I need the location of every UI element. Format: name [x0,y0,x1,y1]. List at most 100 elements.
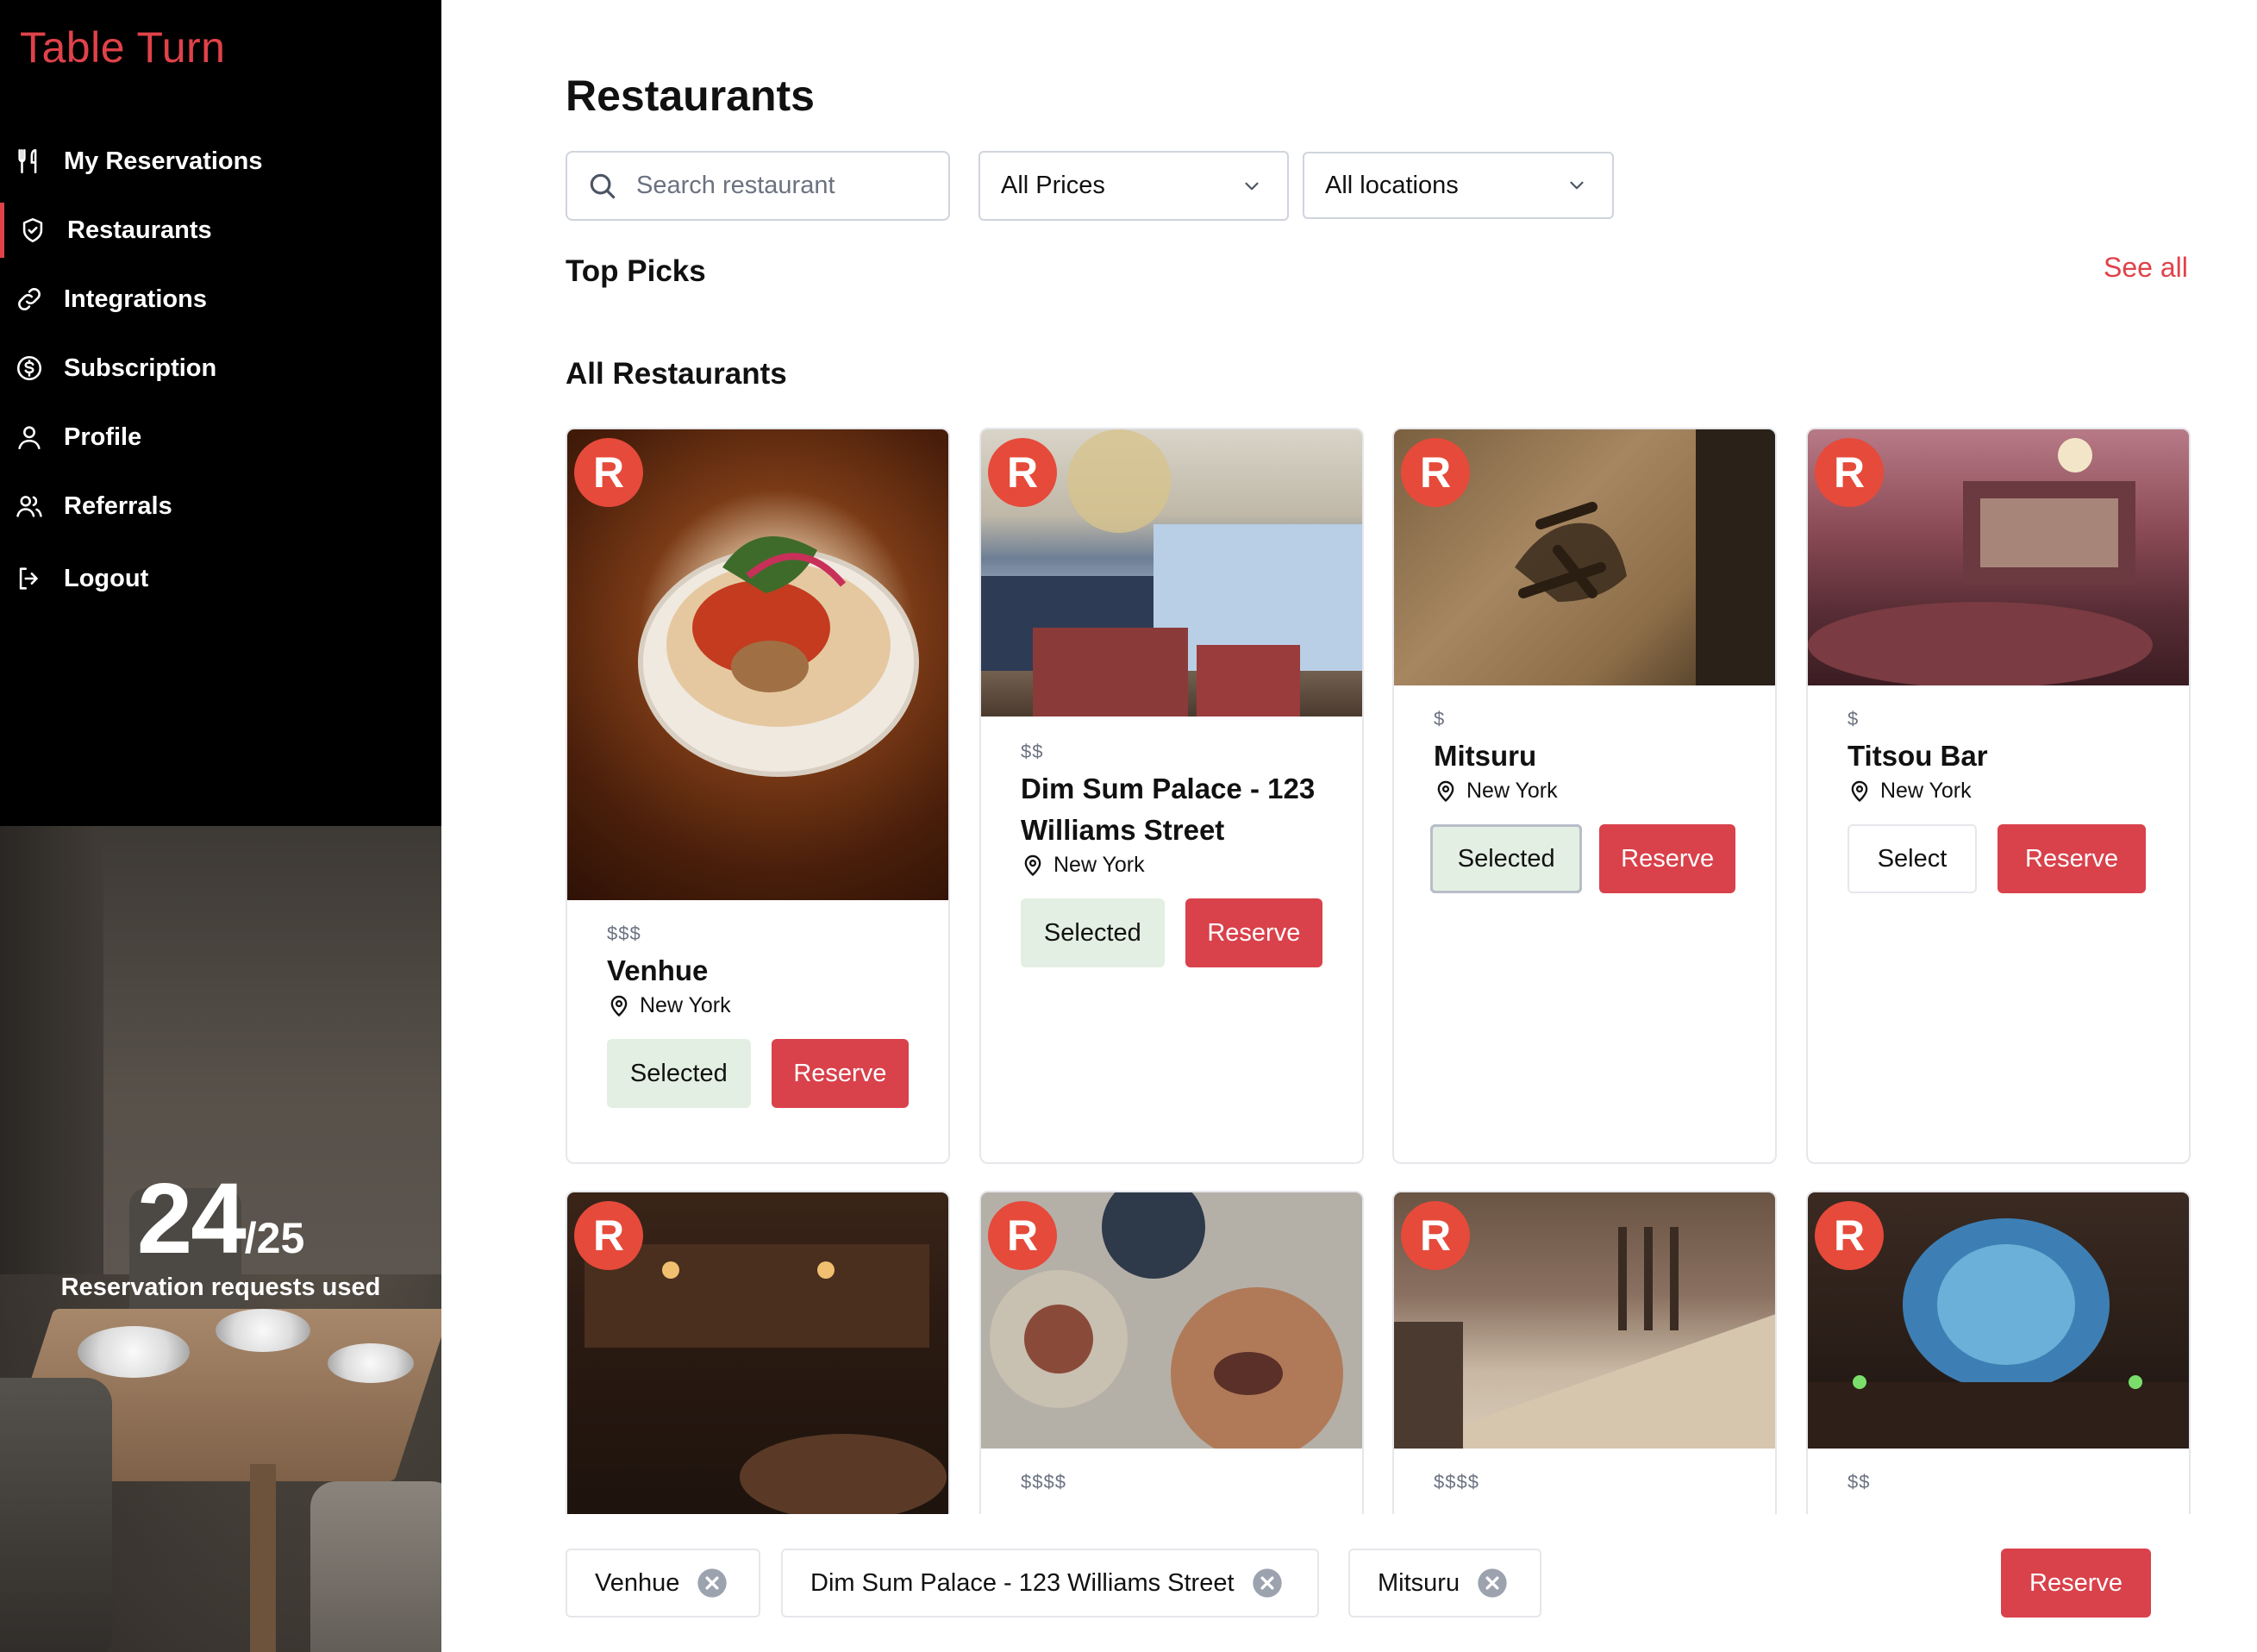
restaurant-card[interactable]: R $$ [1806,1191,2191,1514]
restaurant-badge-icon: R [988,1201,1057,1270]
search-box[interactable] [566,151,950,221]
restaurant-photo: R [567,429,948,900]
sidebar-nav: My Reservations Restaurants Integrations… [0,127,441,613]
restaurant-badge-icon: R [988,438,1057,507]
usage-counter: 24/25 Reservation requests used [0,1168,441,1302]
reserve-selected-button[interactable]: Reserve [2001,1549,2151,1618]
restaurant-photo: R [1394,1192,1775,1449]
restaurant-badge-icon: R [1815,1201,1884,1270]
reserve-button[interactable]: Reserve [1998,824,2146,893]
restaurant-badge-icon: R [1815,438,1884,507]
sidebar-item-label: Restaurants [67,216,212,244]
restaurant-badge-icon: R [1401,438,1470,507]
restaurant-photo: R [567,1192,948,1514]
sidebar: Table Turn My Reservations Restaurants I… [0,0,441,1652]
logout-icon [14,563,45,594]
sidebar-item-label: My Reservations [64,147,263,175]
restaurant-card[interactable]: R $$$$ [1392,1191,1777,1514]
restaurant-photo: R [1808,1192,2189,1449]
restaurant-location: New York [607,993,909,1018]
restaurant-card[interactable]: R $ Titsou Bar New York Select Reserve [1806,428,2191,1164]
selected-chip: Dim Sum Palace - 123 Williams Street [781,1549,1319,1618]
restaurant-name: Titsou Bar [1847,740,1988,772]
map-pin-icon [610,995,628,1017]
sidebar-item-integrations[interactable]: Integrations [0,265,441,334]
search-input[interactable] [636,172,921,200]
link-icon [14,284,45,315]
sidebar-item-label: Integrations [64,285,207,313]
restaurant-grid: R $$$ Venhue New York Selected Reserve R… [566,428,2204,1514]
restaurant-name: Dim Sum Palace - 123 Williams Street [1021,773,1316,846]
selected-chip: Mitsuru [1348,1549,1541,1618]
sidebar-item-profile[interactable]: Profile [0,403,441,472]
price-level: $$$$ [1434,1471,1479,1492]
dollar-circle-icon [14,353,45,384]
restaurant-card[interactable]: R $$$$ [979,1191,1364,1514]
sidebar-item-label: Logout [64,564,149,592]
chevron-down-icon [1245,182,1259,190]
selected-button[interactable]: Selected [607,1039,751,1108]
map-pin-icon [1024,854,1041,876]
price-level: $ [1847,708,1860,729]
select-button[interactable]: Select [1847,824,1977,893]
map-pin-icon [1437,780,1454,802]
chip-label: Venhue [595,1568,680,1597]
usage-label: Reservation requests used [60,1273,381,1301]
restaurant-photo: R [1808,429,2189,685]
remove-circle-icon[interactable] [1250,1566,1285,1600]
restaurant-card[interactable]: R $$$ Venhue New York Selected Reserve [566,428,950,1164]
see-all-link[interactable]: See all [2104,252,2188,284]
chip-label: Dim Sum Palace - 123 Williams Street [810,1568,1235,1597]
remove-circle-icon[interactable] [695,1566,729,1600]
restaurant-name: Mitsuru [1434,740,1537,772]
restaurant-location: New York [1021,853,1322,878]
price-level: $$$$ [1021,1471,1066,1492]
all-restaurants-heading: All Restaurants [566,357,787,391]
price-level: $$ [1847,1471,1871,1492]
user-icon [14,422,45,453]
reserve-button[interactable]: Reserve [1185,898,1322,967]
utensils-icon [14,146,45,177]
sidebar-item-referrals[interactable]: Referrals [0,472,441,541]
price-level: $$$ [607,923,641,944]
sidebar-item-restaurants[interactable]: Restaurants [0,196,441,265]
reserve-button[interactable]: Reserve [771,1039,909,1108]
restaurant-card[interactable]: R $$ Dim Sum Palace - 123 Williams Stree… [979,428,1364,1164]
chip-label: Mitsuru [1378,1568,1460,1597]
usage-total: /25 [244,1214,305,1262]
restaurant-badge-icon: R [574,1201,643,1270]
usage-used: 24 [136,1162,247,1274]
chevron-down-icon [1570,181,1584,190]
sidebar-item-label: Subscription [64,354,217,382]
restaurant-card[interactable]: R $ Mitsuru New York Selected Reserve [1392,428,1777,1164]
reserve-button[interactable]: Reserve [1599,824,1735,893]
top-picks-heading: Top Picks [566,254,706,288]
restaurant-name: Venhue [607,954,709,986]
selected-button[interactable]: Selected [1430,824,1583,893]
sidebar-item-label: Profile [64,422,142,451]
restaurant-photo: R [981,1192,1362,1449]
main-content: Restaurants All Prices All locations Top… [441,0,2257,1652]
price-filter-select[interactable]: All Prices [978,151,1289,221]
price-level: $ [1434,708,1446,729]
shield-check-icon [17,215,48,246]
sidebar-item-my-reservations[interactable]: My Reservations [0,127,441,196]
sidebar-item-subscription[interactable]: Subscription [0,334,441,403]
selected-button[interactable]: Selected [1021,898,1165,967]
selected-chip: Venhue [566,1549,760,1618]
sidebar-item-logout[interactable]: Logout [0,544,441,613]
restaurant-card[interactable]: R [566,1191,950,1514]
restaurant-photo: R [1394,429,1775,685]
users-icon [14,491,45,522]
selection-bar: Venhue Dim Sum Palace - 123 Williams Str… [566,1549,2204,1619]
map-pin-icon [1851,780,1868,802]
restaurant-location: New York [1434,779,1735,804]
restaurant-photo: R [981,429,1362,716]
location-filter-select[interactable]: All locations [1303,152,1614,219]
remove-circle-icon[interactable] [1475,1566,1510,1600]
sidebar-item-label: Referrals [64,491,172,520]
page-title: Restaurants [566,72,815,120]
app-logo[interactable]: Table Turn [20,22,225,72]
price-filter-value: All Prices [1001,172,1105,199]
restaurant-badge-icon: R [1401,1201,1470,1270]
